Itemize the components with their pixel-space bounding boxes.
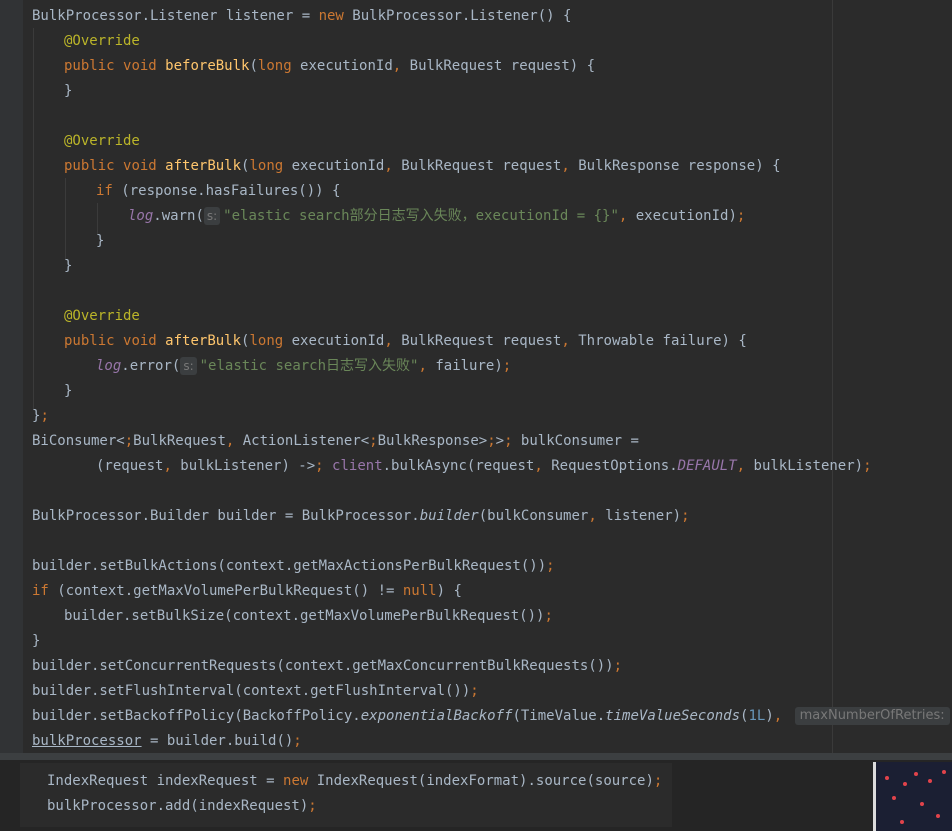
thumbnail-image xyxy=(873,762,952,831)
code-text: builder.setBulkActions(context.getMaxAct… xyxy=(32,558,555,574)
code-text: log.warn(s: "elastic search部分日志写入失败，execu… xyxy=(128,207,746,225)
code-text: bulkProcessor = builder.build(); xyxy=(32,733,302,749)
code-editor[interactable] xyxy=(23,0,952,760)
code-line: } xyxy=(64,254,72,279)
code-line: log.warn(s: "elastic search部分日志写入失败，execu… xyxy=(128,204,745,229)
code-line: } xyxy=(96,229,104,254)
code-text: public void afterBulk(long executionId, … xyxy=(64,333,747,349)
code-line: builder.setBulkActions(context.getMaxAct… xyxy=(32,554,555,579)
snippet-text: bulkProcessor.add(indexRequest); xyxy=(47,798,317,814)
code-text: (request, bulkListener) ->; client.bulkA… xyxy=(96,458,872,474)
code-text: if (response.hasFailures()) { xyxy=(96,183,341,199)
horizontal-scrollbar[interactable] xyxy=(0,753,952,760)
code-line: log.error(s: "elastic search日志写入失败", fail… xyxy=(96,354,511,379)
right-margin-guide xyxy=(832,0,833,760)
code-text: builder.setBulkSize(context.getMaxVolume… xyxy=(64,608,553,624)
code-line: }; xyxy=(32,404,49,429)
annotation-text: @Override xyxy=(64,33,140,49)
snippet-text: IndexRequest indexRequest = new IndexReq… xyxy=(47,773,663,789)
code-text: log.error(s: "elastic search日志写入失败", fail… xyxy=(96,357,512,375)
code-text: public void afterBulk(long executionId, … xyxy=(64,158,781,174)
code-line: BiConsumer<;BulkRequest, ActionListener<… xyxy=(32,429,639,454)
code-line: } xyxy=(32,629,40,654)
code-line: BulkProcessor.Builder builder = BulkProc… xyxy=(32,504,690,529)
editor-gutter xyxy=(0,0,23,760)
code-text: BiConsumer<;BulkRequest, ActionListener<… xyxy=(32,433,639,449)
code-text: if (context.getMaxVolumePerBulkRequest()… xyxy=(32,583,462,599)
code-line: builder.setBackoffPolicy(BackoffPolicy.e… xyxy=(32,704,952,729)
snippet-line: IndexRequest indexRequest = new IndexReq… xyxy=(47,769,662,794)
code-line: public void afterBulk(long executionId, … xyxy=(64,154,781,179)
code-text: } xyxy=(96,233,105,249)
code-text: public void beforeBulk(long executionId,… xyxy=(64,58,596,74)
code-text: builder.setFlushInterval(context.getFlus… xyxy=(32,683,479,699)
code-text: } xyxy=(64,383,73,399)
annotation-text: @Override xyxy=(64,133,140,149)
code-line: public void afterBulk(long executionId, … xyxy=(64,329,747,354)
code-text: }; xyxy=(32,408,49,424)
code-text: BulkProcessor.Listener listener = new Bu… xyxy=(32,8,572,24)
code-line: } xyxy=(64,79,72,104)
code-text: builder.setBackoffPolicy(BackoffPolicy.e… xyxy=(32,707,952,725)
code-line: bulkProcessor = builder.build(); xyxy=(32,729,302,754)
code-line: builder.setBulkSize(context.getMaxVolume… xyxy=(64,604,553,629)
code-text: builder.setConcurrentRequests(context.ge… xyxy=(32,658,623,674)
annotation-text: @Override xyxy=(64,308,140,324)
code-line: if (context.getMaxVolumePerBulkRequest()… xyxy=(32,579,462,604)
code-text: } xyxy=(64,83,73,99)
code-line: (request, bulkListener) ->; client.bulkA… xyxy=(96,454,872,479)
code-text: } xyxy=(32,633,41,649)
code-text: BulkProcessor.Builder builder = BulkProc… xyxy=(32,508,690,524)
code-text: } xyxy=(64,258,73,274)
code-line: @Override xyxy=(64,304,140,329)
code-line: if (response.hasFailures()) { xyxy=(96,179,340,204)
code-line: builder.setConcurrentRequests(context.ge… xyxy=(32,654,622,679)
code-line: } xyxy=(64,379,72,404)
code-line: @Override xyxy=(64,29,140,54)
indent-guide xyxy=(33,28,34,410)
code-line: BulkProcessor.Listener listener = new Bu… xyxy=(32,4,571,29)
code-line: public void beforeBulk(long executionId,… xyxy=(64,54,595,79)
code-line: builder.setFlushInterval(context.getFlus… xyxy=(32,679,479,704)
indent-guide xyxy=(65,178,66,260)
code-line: @Override xyxy=(64,129,140,154)
snippet-line: bulkProcessor.add(indexRequest); xyxy=(47,794,317,819)
